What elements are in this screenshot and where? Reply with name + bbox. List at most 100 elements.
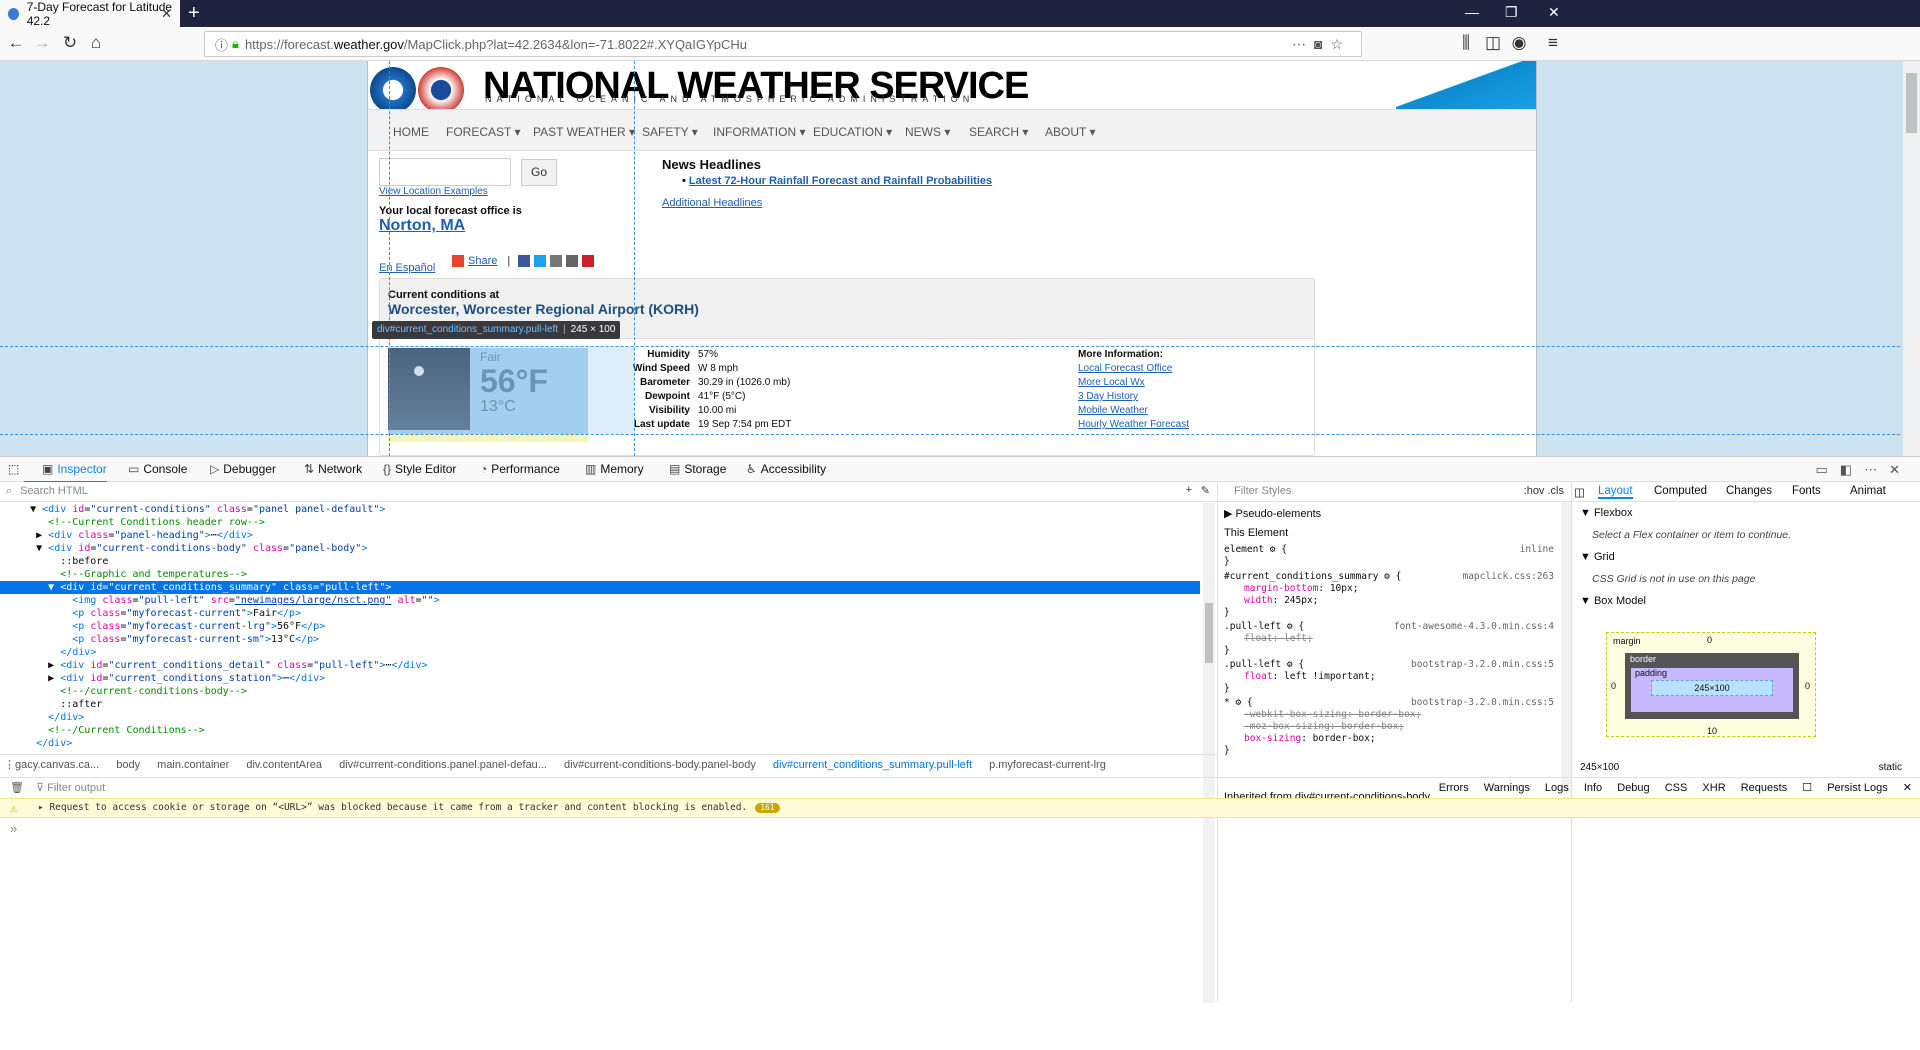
menu-information[interactable]: INFORMATION ▾ [713,125,805,139]
additional-headlines-link[interactable]: Additional Headlines [662,197,762,209]
bm-margin-left[interactable]: 0 [1611,681,1616,691]
tree-node[interactable]: ▼ <div id="current-conditions" class="pa… [0,503,1200,516]
persist-logs-checkbox[interactable]: ☐ Persist Logs [1802,782,1887,794]
account-icon[interactable]: ◉ [1507,33,1531,53]
tree-node[interactable]: ▼ <div id="current-conditions-body" clas… [0,542,1200,555]
filter-output-input[interactable]: ⊽ Filter output [36,781,105,794]
grid-section[interactable]: ▼ Grid [1580,551,1615,563]
tree-node[interactable]: <!--/current-conditions-body--> [0,685,1200,698]
tree-node[interactable]: <p class="myforecast-current-sm">13°C</p… [0,633,1200,646]
tree-node[interactable]: <!--Graphic and temperatures--> [0,568,1200,581]
add-node-icon[interactable]: + [1186,484,1192,496]
more-info-link[interactable]: Hourly Weather Forecast [1078,419,1189,430]
local-office-link[interactable]: Norton, MA [379,217,465,235]
back-icon[interactable]: ← [4,33,28,53]
filter-requests[interactable]: Requests [1741,782,1787,794]
nws-logo[interactable] [418,67,464,113]
responsive-icon[interactable]: ▭ [1816,462,1840,477]
filter-logs[interactable]: Logs [1545,782,1569,794]
filter-xhr[interactable]: XHR [1702,782,1725,794]
filter-errors[interactable]: Errors [1439,782,1469,794]
share-link[interactable]: Share [468,255,497,267]
rules-scrollbar[interactable] [1561,502,1571,792]
tree-node[interactable]: </div> [0,711,1200,724]
breadcrumb-item[interactable]: div.contentArea [246,759,322,771]
trash-icon[interactable]: 🗑︎ [10,781,24,794]
news-item-link[interactable]: Latest 72-Hour Rainfall Forecast and Rai… [689,175,992,187]
menu-search[interactable]: SEARCH ▾ [969,125,1028,139]
info-icon[interactable]: ⓘ [215,35,228,54]
browser-tab[interactable]: 7-Day Forecast for Latitude 42.2 ✕ [0,0,180,28]
box-model-section[interactable]: ▼ Box Model [1580,595,1646,607]
menu-safety[interactable]: SAFETY ▾ [642,125,698,139]
menu-forecast[interactable]: FORECAST ▾ [446,125,520,139]
noaa-logo[interactable] [370,67,416,113]
more-info-link[interactable]: More Local Wx [1078,377,1145,388]
pocket-icon[interactable]: ◙ [1314,36,1330,52]
go-button[interactable]: Go [521,159,557,186]
tab-accessibility[interactable]: ♿︎ Accessibility [746,462,826,476]
tree-node[interactable]: <p class="myforecast-current">Fair</p> [0,607,1200,620]
share-plus-icon[interactable] [452,255,464,267]
breadcrumb-item[interactable]: div#current-conditions-body.panel-body [564,759,756,771]
tree-node[interactable]: <!--Current Conditions header row--> [0,516,1200,529]
more-info-link[interactable]: Mobile Weather [1078,405,1148,416]
library-icon[interactable]: ⫼ [1454,33,1478,53]
tab-changes[interactable]: Changes [1726,485,1772,497]
location-examples-link[interactable]: View Location Examples [379,186,488,197]
close-devtools-icon[interactable]: ✕ [1889,462,1912,477]
facebook-icon[interactable] [518,255,531,267]
bm-margin-bottom[interactable]: 10 [1707,726,1717,736]
sidebar-icon[interactable]: ◫ [1481,33,1505,53]
restore-icon[interactable]: ❐ [1505,4,1518,21]
rule-universal[interactable]: * ⚙ {bootstrap-3.2.0.min.css:5 -webkit-bo… [1224,697,1554,757]
twitter-icon[interactable] [534,255,547,267]
filter-debug[interactable]: Debug [1617,782,1649,794]
tree-node[interactable]: <p class="myforecast-current-lrg">56°F</… [0,620,1200,633]
more-info-link[interactable]: Local Forecast Office [1078,363,1172,374]
filter-css[interactable]: CSS [1665,782,1688,794]
digg-icon[interactable] [550,255,563,267]
flexbox-section[interactable]: ▼ Flexbox [1580,507,1632,519]
tree-node[interactable]: ::before [0,555,1200,568]
tree-node[interactable]: </div> [0,646,1200,659]
tab-debugger[interactable]: ▷ Debugger [210,462,276,476]
markup-scrollbar[interactable] [1203,503,1215,1003]
tree-node[interactable]: <!--/Current Conditions--> [0,724,1200,737]
dock-icon[interactable]: ◧ [1840,462,1864,477]
tree-node-selected[interactable]: ▼ <div id="current_conditions_summary" c… [0,581,1200,594]
lock-icon[interactable]: 🔒︎ [232,36,239,52]
rule-pull-left-bs[interactable]: .pull-left ⚙ {bootstrap-3.2.0.min.css:5 f… [1224,659,1554,695]
rule-pull-left-fa[interactable]: .pull-left ⚙ {font-awesome-4.3.0.min.css… [1224,621,1554,657]
tree-node[interactable]: </div> [0,737,1200,750]
new-tab-icon[interactable]: + [188,2,200,25]
tree-node[interactable]: ▶ <div id="current_conditions_station">⋯… [0,672,1200,685]
filter-info[interactable]: Info [1584,782,1602,794]
tab-storage[interactable]: ▤ Storage [669,462,726,476]
page-scrollbar[interactable] [1903,61,1920,456]
tab-performance[interactable]: ◔ Performance [480,462,560,476]
search-html-input[interactable]: ⌕ Search HTML + ✎ [0,482,1218,502]
pseudo-class-toggles[interactable]: :hov .cls [1524,485,1564,497]
reload-icon[interactable]: ↻ [58,33,82,53]
close-tab-icon[interactable]: ✕ [161,6,172,22]
menu-icon[interactable]: ≡ [1541,33,1565,53]
espanol-link[interactable]: En Español [379,262,435,274]
location-search-input[interactable] [379,158,511,186]
breadcrumb-item[interactable]: body [116,759,140,771]
tab-inspector[interactable]: ▣ Inspector [24,462,107,483]
tab-memory[interactable]: ▥ Memory [585,462,644,476]
bm-content[interactable]: 245×100 [1651,680,1773,696]
pseudo-elements-toggle[interactable]: ▶ Pseudo-elements [1224,507,1321,520]
breadcrumb-item[interactable]: div#current-conditions.panel.panel-defau… [339,759,547,771]
breadcrumb-item[interactable]: p.myforecast-current-lrg [989,759,1106,771]
minimize-icon[interactable]: — [1465,4,1479,20]
forward-icon[interactable]: → [30,33,54,53]
bm-margin-top[interactable]: 0 [1707,635,1712,645]
layout-panel-icon[interactable]: ◫ [1574,485,1585,499]
tab-console[interactable]: ▭ Console [128,462,187,476]
email-icon[interactable] [566,255,579,267]
console-warning[interactable]: ⚠ ▸ Request to access cookie or storage o… [0,798,1920,818]
tree-node[interactable]: ::after [0,698,1200,711]
rule-element[interactable]: element ⚙ {inline} [1224,544,1554,568]
